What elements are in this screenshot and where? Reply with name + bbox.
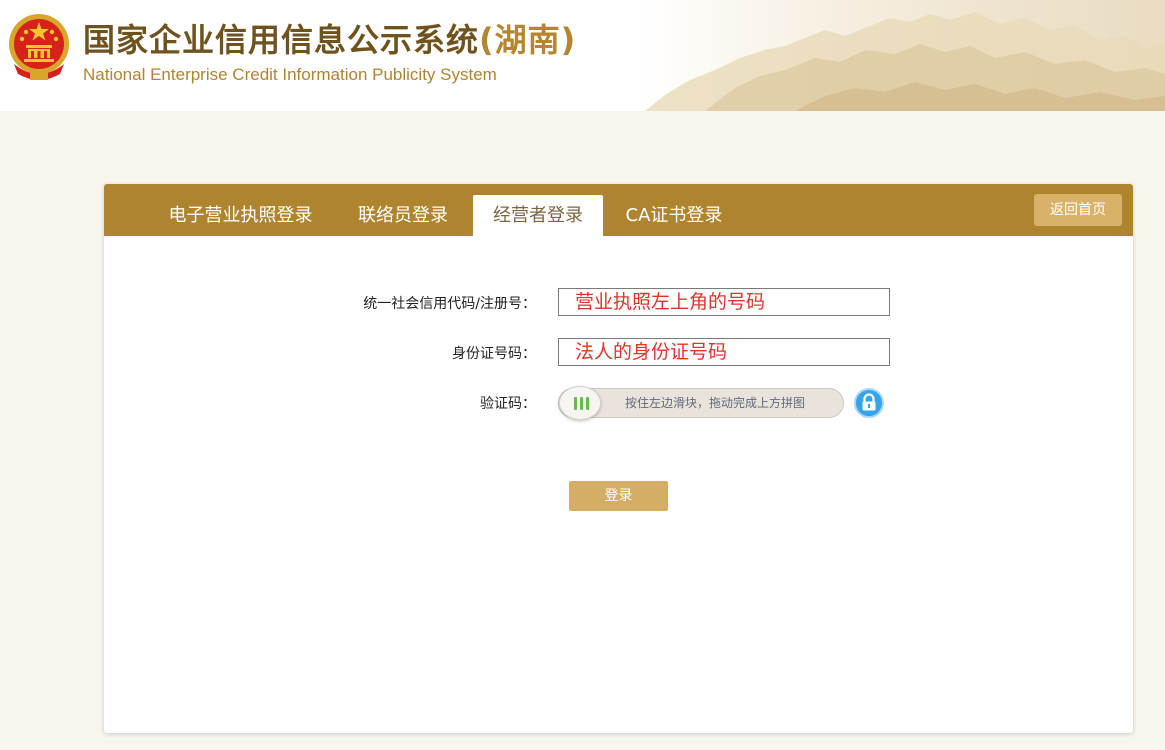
back-home-button[interactable]: 返回首页 — [1034, 194, 1122, 226]
captcha-slider[interactable]: 按住左边滑块，拖动完成上方拼图 — [558, 386, 844, 420]
login-button[interactable]: 登录 — [569, 481, 668, 511]
login-panel: 电子营业执照登录 联络员登录 经营者登录 CA证书登录 返回首页 统一社会信用代… — [104, 184, 1133, 733]
national-emblem-icon — [9, 14, 69, 80]
tab-ca-certificate-login[interactable]: CA证书登录 — [614, 195, 734, 236]
slider-hint-text: 按住左边滑块，拖动完成上方拼图 — [625, 396, 806, 410]
tab-operator-login[interactable]: 经营者登录 — [473, 195, 603, 236]
credit-code-input[interactable] — [558, 288, 890, 316]
captcha-label: 验证码： — [480, 396, 536, 412]
site-subtitle: National Enterprise Credit Information P… — [83, 65, 497, 84]
site-header: 国家企业信用信息公示系统(湖南) National Enterprise Cre… — [0, 0, 1165, 111]
mountain-landscape-decoration — [645, 12, 1165, 111]
tab-liaison-login[interactable]: 联络员登录 — [345, 195, 461, 236]
slider-handle[interactable] — [559, 386, 601, 420]
id-number-input[interactable] — [558, 338, 890, 366]
site-title-main: 国家企业信用信息公示系统 — [83, 21, 480, 59]
tab-electronic-license-login[interactable]: 电子营业执照登录 — [152, 195, 329, 236]
site-title: 国家企业信用信息公示系统(湖南) — [83, 18, 576, 62]
login-tab-bar: 电子营业执照登录 联络员登录 经营者登录 CA证书登录 返回首页 — [104, 184, 1133, 236]
credit-code-label: 统一社会信用代码/注册号： — [363, 296, 536, 312]
id-number-label: 身份证号码： — [452, 346, 536, 362]
lock-icon — [854, 388, 884, 418]
site-title-province: (湖南) — [479, 21, 577, 59]
